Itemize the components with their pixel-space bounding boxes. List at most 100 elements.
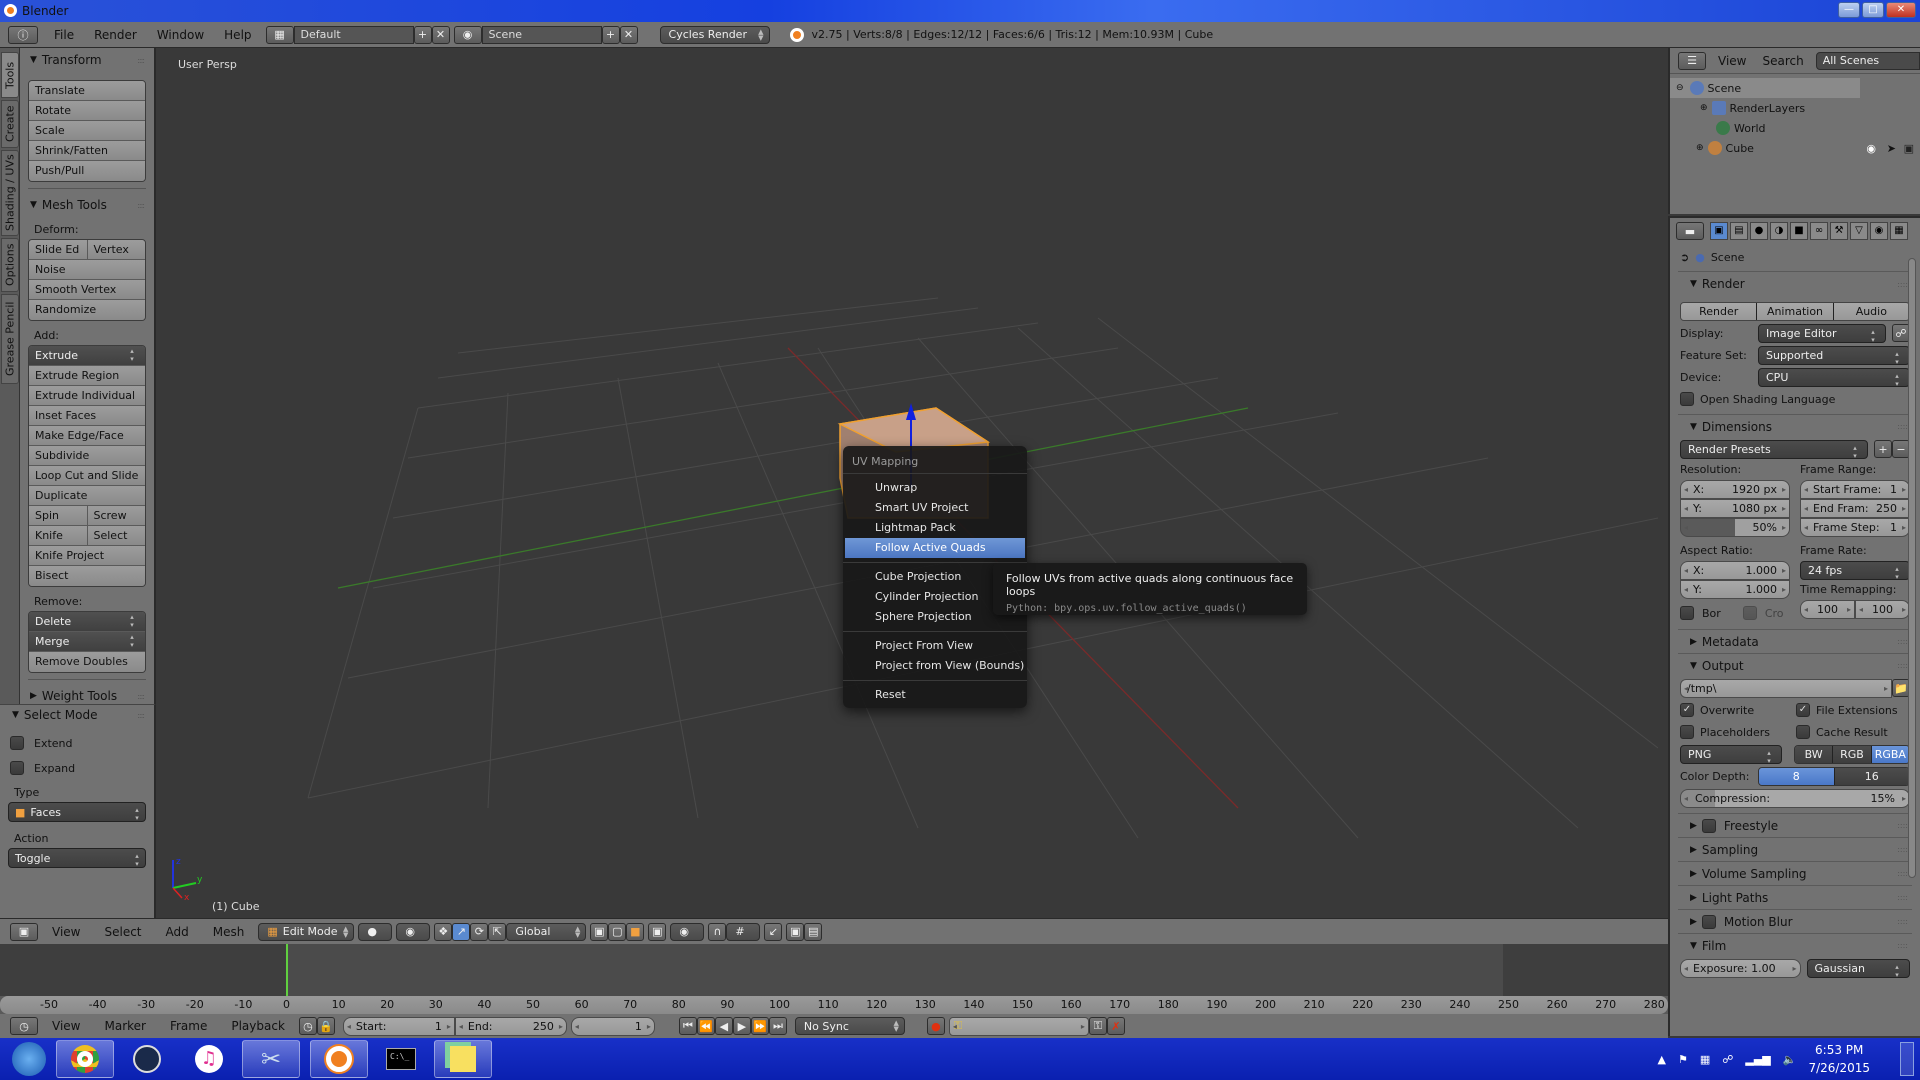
taskbar-app-chrome[interactable] — [56, 1040, 114, 1078]
expand-icon[interactable]: ⊕ — [1700, 103, 1708, 113]
outliner-item-scene[interactable]: ⊖ Scene — [1670, 78, 1860, 98]
expand-checkbox[interactable]: Expand — [0, 758, 154, 778]
exposure-field[interactable]: Exposure: 1.00 — [1680, 958, 1801, 978]
motion-blur-checkbox[interactable] — [1701, 914, 1716, 929]
end-frame-field[interactable]: End: 250 — [454, 1016, 567, 1036]
border-checkbox[interactable] — [1680, 606, 1694, 620]
modifiers-tab-wrench-icon[interactable]: ⚒ — [1830, 222, 1848, 240]
randomize-button[interactable]: Randomize — [29, 300, 145, 320]
auto-keying-record-icon[interactable]: ● — [926, 1017, 945, 1035]
crop-checkbox[interactable] — [1742, 606, 1757, 620]
rotate-manipulator-icon[interactable]: ⟳ — [470, 922, 489, 941]
select-mode-header[interactable]: ▼ Select Mode:::: — [0, 705, 154, 725]
frame-step-field[interactable]: Frame Step: 1 — [1800, 518, 1910, 537]
play-reverse-icon[interactable]: ◀ — [714, 1017, 733, 1035]
menu-item-follow-active-quads[interactable]: Follow Active Quads — [845, 538, 1025, 558]
vertex-select-mode-icon[interactable]: ▣ — [590, 922, 609, 941]
menu-help[interactable]: Help — [214, 28, 261, 42]
limit-selection-icon[interactable]: ▣ — [648, 922, 667, 941]
view3d-menu-select[interactable]: Select — [94, 925, 151, 939]
tab-grease-pencil[interactable]: Grease Pencil — [1, 294, 19, 384]
preview-range-icon[interactable]: ◷ — [298, 1017, 317, 1035]
opengl-render-image-icon[interactable]: ▣ — [786, 922, 805, 941]
display-dropdown[interactable]: Image Editor — [1758, 323, 1886, 344]
start-frame-field[interactable]: Start: 1 — [342, 1016, 455, 1036]
slide-vertex-button[interactable]: Vertex — [86, 240, 146, 259]
color-mode-rgb[interactable]: RGB — [1832, 745, 1871, 763]
menu-window[interactable]: Window — [147, 28, 214, 42]
translate-button[interactable]: Translate — [29, 81, 145, 101]
jump-prev-keyframe-icon[interactable]: ⏪ — [696, 1017, 715, 1035]
freestyle-panel-header[interactable]: ▶ Freestyle:::: — [1678, 813, 1912, 837]
render-panel-header[interactable]: ▼ Render:::: — [1678, 272, 1912, 296]
render-tab-camera-icon[interactable]: ▣ — [1710, 222, 1728, 240]
timeline-menu-marker[interactable]: Marker — [94, 1019, 155, 1033]
animation-button[interactable]: Animation — [1756, 302, 1833, 320]
delete-scene-button[interactable]: ✕ — [619, 25, 638, 44]
aspect-y-field[interactable]: Y: 1.000 — [1680, 580, 1790, 599]
extrude-individual-button[interactable]: Extrude Individual — [29, 386, 145, 406]
proportional-editing-dropdown[interactable]: ◉ — [670, 922, 705, 941]
add-scene-button[interactable]: + — [601, 25, 620, 44]
weight-tools-panel-header[interactable]: ▶ Weight Tools:::: — [20, 686, 154, 706]
manipulator-toggle-icon[interactable]: ❖ — [434, 922, 453, 941]
show-hidden-icons[interactable]: ▲ — [1657, 1053, 1665, 1066]
placeholders-checkbox[interactable] — [1680, 725, 1694, 739]
file-extensions-checkbox[interactable]: ✓ — [1796, 703, 1810, 717]
maximize-button[interactable]: □ — [1862, 2, 1884, 18]
mode-dropdown[interactable]: ▦ Edit Mode ▲ ▼ — [258, 922, 355, 941]
screen-layout-field[interactable]: Default — [293, 25, 414, 44]
outliner-item-renderlayers[interactable]: ⊕ RenderLayers — [1670, 98, 1920, 118]
menu-item-lightmap-pack[interactable]: Lightmap Pack — [845, 518, 1025, 538]
screw-button[interactable]: Screw — [86, 506, 146, 525]
knife-project-button[interactable]: Knife Project — [29, 546, 145, 566]
view3d-menu-view[interactable]: View — [42, 925, 90, 939]
render-button[interactable]: Render — [1681, 302, 1757, 320]
auto-merge-icon[interactable]: ↙ — [764, 922, 783, 941]
inset-faces-button[interactable]: Inset Faces — [29, 406, 145, 426]
aspect-x-field[interactable]: X: 1.000 — [1680, 561, 1790, 580]
rotate-button[interactable]: Rotate — [29, 101, 145, 121]
outliner-item-cube[interactable]: ⊕ Cube ◉ ➤ ▣ — [1670, 138, 1920, 158]
view3d-menu-mesh[interactable]: Mesh — [203, 925, 255, 939]
timeline-area[interactable] — [0, 944, 1668, 996]
pivot-point-dropdown[interactable]: ◉ — [396, 922, 431, 941]
menu-item-project-from-view[interactable]: Project From View — [845, 636, 1025, 656]
output-panel-header[interactable]: ▼ Output:::: — [1678, 653, 1912, 677]
menu-render[interactable]: Render — [84, 28, 147, 42]
compression-slider[interactable]: Compression: 15% — [1680, 788, 1910, 808]
network-signal-icon[interactable]: ▂▄▆ — [1745, 1053, 1770, 1066]
taskbar-app-snipping-tool[interactable]: ✂ — [242, 1040, 300, 1078]
menu-file[interactable]: File — [44, 28, 84, 42]
metadata-panel-header[interactable]: ▶ Metadata:::: — [1678, 629, 1912, 653]
properties-scrollbar[interactable] — [1908, 258, 1916, 878]
add-screen-button[interactable]: + — [413, 25, 432, 44]
volume-icon[interactable]: 🔈 — [1783, 1053, 1797, 1066]
close-button[interactable]: ✕ — [1886, 2, 1916, 18]
render-layers-tab-icon[interactable]: ▤ — [1730, 222, 1748, 240]
dimensions-panel-header[interactable]: ▼ Dimensions:::: — [1678, 414, 1912, 438]
make-edge-face-button[interactable]: Make Edge/Face — [29, 426, 145, 446]
properties-editor-icon[interactable]: ▬ — [1676, 222, 1704, 240]
taskbar-app-blender[interactable] — [310, 1040, 368, 1078]
merge-dropdown[interactable]: Merge — [29, 632, 145, 652]
show-desktop-button[interactable] — [1900, 1042, 1914, 1076]
bisect-button[interactable]: Bisect — [29, 566, 145, 586]
volume-sampling-panel-header[interactable]: ▶ Volume Sampling:::: — [1678, 861, 1912, 885]
taskbar-app-command-prompt[interactable]: C:\_ — [372, 1040, 430, 1078]
loop-cut-slide-button[interactable]: Loop Cut and Slide — [29, 466, 145, 486]
3d-view-editor-icon[interactable]: ▣ — [10, 922, 38, 941]
scene-tab-icon[interactable]: ● — [1750, 222, 1768, 240]
outliner-menu-view[interactable]: View — [1714, 54, 1750, 68]
end-frame-field[interactable]: End Fram: 250 — [1800, 499, 1910, 518]
expand-checkbox-box[interactable] — [10, 761, 24, 775]
sampling-panel-header[interactable]: ▶ Sampling:::: — [1678, 837, 1912, 861]
feature-set-dropdown[interactable]: Supported — [1758, 345, 1910, 366]
timeline-editor-icon[interactable]: ◷ — [10, 1017, 38, 1035]
color-depth-16[interactable]: 16 — [1833, 767, 1909, 785]
jump-next-keyframe-icon[interactable]: ⏩ — [750, 1017, 769, 1035]
color-mode-bw[interactable]: BW — [1795, 745, 1833, 763]
audio-button[interactable]: Audio — [1832, 302, 1909, 320]
noise-button[interactable]: Noise — [29, 260, 145, 280]
tab-tools[interactable]: Tools — [1, 52, 19, 98]
